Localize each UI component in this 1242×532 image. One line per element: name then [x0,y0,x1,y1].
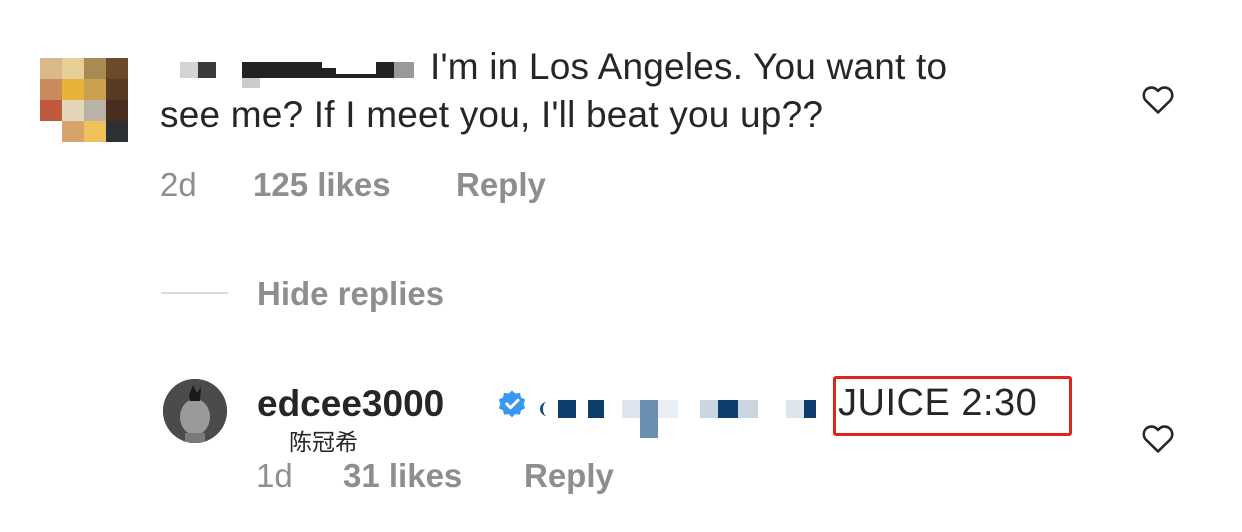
commenter-avatar[interactable] [40,58,128,142]
thread-divider [161,292,228,294]
comment-time: 2d [160,166,197,203]
juice-time-text: JUICE 2:30 [838,382,1038,424]
hide-replies-button[interactable]: Hide replies [257,275,444,313]
reply-button[interactable]: Reply [456,166,546,204]
heart-outline-icon[interactable] [1141,83,1175,115]
comment-text-line1: I'm in Los Angeles. You want to [430,46,948,87]
reply-likes[interactable]: 31 likes [343,457,462,495]
reply-username[interactable]: edcee3000 [257,383,444,425]
redacted-reply-text [540,396,830,440]
comment-text-line2: see me? If I meet you, I'll beat you up?… [160,94,824,135]
heart-outline-icon[interactable] [1141,422,1175,454]
verified-badge-icon [498,390,526,418]
edcee3000-avatar[interactable] [163,379,227,443]
reply-reply-button[interactable]: Reply [524,457,614,495]
chinese-name-annotation: 陈冠希 [289,430,358,456]
comment-likes[interactable]: 125 likes [253,166,391,204]
redacted-username [180,62,420,88]
reply-time: 1d [256,457,293,494]
